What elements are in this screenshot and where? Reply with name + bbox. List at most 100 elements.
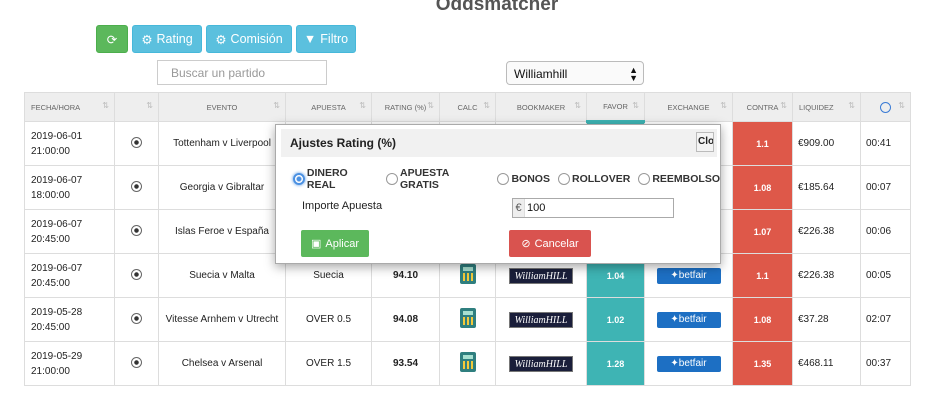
soccer-ball-icon	[131, 268, 142, 280]
header-apuesta[interactable]: APUESTA ⇅	[285, 92, 372, 122]
remaining-time-cell: 00:07	[860, 165, 911, 210]
radio-button[interactable]	[293, 173, 305, 185]
bet-type-option[interactable]: APUESTA GRATIS	[386, 167, 489, 191]
search-input[interactable]: Buscar un partido	[157, 60, 327, 85]
header-liquidez[interactable]: LIQUIDEZ ⇅	[792, 92, 861, 122]
calculator-icon[interactable]	[459, 264, 476, 284]
close-button[interactable]: Close	[696, 132, 714, 152]
bookmaker-select[interactable]: Williamhill ▲ ▼	[506, 61, 644, 85]
date-cell: 2019-06-07 20:45:00	[24, 253, 115, 298]
header-rating[interactable]: RATING (%) ⇅	[371, 92, 440, 122]
calc-cell	[439, 297, 496, 342]
header-fecha[interactable]: FECHA/HORA ⇅	[24, 92, 115, 122]
calculator-icon[interactable]	[459, 308, 476, 328]
liquidity-cell: €468.11	[792, 341, 861, 386]
event-cell: Vitesse Arnhem v Utrecht	[158, 297, 286, 342]
filtro-button[interactable]: ▼ Filtro	[296, 25, 356, 53]
william-hill-logo[interactable]: WilliamHILL	[509, 355, 573, 372]
clock-icon	[880, 101, 891, 113]
bookmaker-cell: WilliamHILL	[495, 341, 587, 386]
bet-type-option[interactable]: DINERO REAL	[293, 167, 378, 191]
date-cell: 2019-06-07 20:45:00	[24, 209, 115, 254]
date-cell: 2019-06-07 18:00:00	[24, 165, 115, 210]
table-header-row: FECHA/HORA ⇅ ⇅ EVENTO ⇅ APUESTA ⇅ RATING (%…	[24, 92, 911, 123]
event-cell: Islas Feroe v España	[158, 209, 286, 254]
soccer-ball-icon	[131, 180, 142, 192]
william-hill-logo[interactable]: WilliamHILL	[509, 311, 573, 328]
header-exchange[interactable]: EXCHANGE ⇅	[644, 92, 733, 122]
header-time[interactable]: ⇅	[860, 92, 911, 122]
refresh-button[interactable]: ⟳	[96, 25, 128, 53]
remaining-time-cell: 02:07	[860, 297, 911, 342]
rating-cell: 93.54	[371, 341, 440, 386]
header-bookmaker[interactable]: BOOKMAKER ⇅	[495, 92, 587, 122]
event-cell: Georgia v Gibraltar	[158, 165, 286, 210]
contra-cell: 1.08	[732, 165, 793, 210]
sport-cell	[114, 165, 159, 210]
header-evento[interactable]: EVENTO ⇅	[158, 92, 286, 122]
rating-settings-modal: Ajustes Rating (%) Close DINERO REAL APUE…	[275, 124, 721, 264]
exchange-cell: ✦betfair	[644, 341, 733, 386]
comision-button[interactable]: ⚙ Comisión	[206, 25, 292, 53]
page-title: Oddsmatcher	[435, 0, 559, 15]
sport-cell	[114, 253, 159, 298]
remaining-time-cell: 00:41	[860, 121, 911, 166]
bet-type-option[interactable]: ROLLOVER	[557, 167, 630, 191]
betfair-logo[interactable]: ✦betfair	[656, 355, 721, 372]
bookmaker-cell: WilliamHILL	[495, 297, 587, 342]
favor-cell: 1.02	[586, 297, 645, 342]
header-favor[interactable]: FAVOR ⇅	[586, 92, 645, 123]
modal-header: Ajustes Rating (%) Close	[281, 129, 717, 157]
william-hill-logo[interactable]: WilliamHILL	[509, 267, 573, 284]
gears-icon: ⚙	[141, 32, 153, 47]
contra-cell: 1.1	[732, 121, 793, 166]
sport-cell	[114, 209, 159, 254]
rating-button[interactable]: ⚙ Rating	[132, 25, 202, 53]
soccer-ball-icon	[131, 312, 142, 324]
liquidity-cell: €185.64	[792, 165, 861, 210]
cancel-icon: ⊘	[521, 238, 531, 250]
remaining-time-cell: 00:37	[860, 341, 911, 386]
liquidity-cell: €909.00	[792, 121, 861, 166]
bet-type-options: DINERO REAL APUESTA GRATIS BONOS ROLLOVER RE…	[293, 167, 720, 191]
cancelar-button[interactable]: ⊘ Cancelar	[509, 230, 591, 257]
date-cell: 2019-06-01 21:00:00	[24, 121, 115, 166]
bet-cell: OVER 1.5	[285, 341, 372, 386]
importe-label: Importe Apuesta	[302, 200, 383, 212]
bet-type-option[interactable]: BONOS	[497, 167, 550, 191]
save-icon: ▣	[310, 238, 322, 250]
comision-button-label: Comisión	[230, 32, 283, 46]
filtro-button-label: Filtro	[320, 32, 349, 46]
header-calc[interactable]: CALC ⇅	[439, 92, 496, 122]
table-row[interactable]: 2019-05-28 20:45:00 Vitesse Arnhem v Utrec…	[24, 297, 911, 342]
exchange-cell: ✦betfair	[644, 297, 733, 342]
rating-button-label: Rating	[156, 32, 193, 46]
betfair-logo[interactable]: ✦betfair	[656, 311, 721, 328]
radio-button[interactable]	[386, 173, 398, 185]
calculator-icon[interactable]	[459, 352, 476, 372]
soccer-ball-icon	[131, 356, 142, 368]
table-row[interactable]: 2019-05-29 21:00:00 Chelsea v Arsenal OVER …	[24, 341, 911, 386]
remaining-time-cell: 00:05	[860, 253, 911, 298]
contra-cell: 1.35	[732, 341, 793, 386]
liquidity-cell: €226.38	[792, 209, 861, 254]
betfair-logo[interactable]: ✦betfair	[656, 267, 721, 284]
contra-cell: 1.1	[732, 253, 793, 298]
select-arrows-icon: ▲ ▼	[629, 65, 638, 83]
currency-addon: €	[513, 199, 525, 217]
liquidity-cell: €226.38	[792, 253, 861, 298]
event-cell: Chelsea v Arsenal	[158, 341, 286, 386]
bet-type-option[interactable]: REEMBOLSO	[638, 167, 720, 191]
sport-cell	[114, 121, 159, 166]
aplicar-button[interactable]: ▣ Aplicar	[301, 230, 369, 257]
radio-button[interactable]	[638, 173, 651, 185]
favor-cell: 1.28	[586, 341, 645, 386]
radio-button[interactable]	[497, 173, 510, 185]
modal-title: Ajustes Rating (%)	[290, 136, 397, 150]
header-contra[interactable]: CONTRA ⇅	[732, 92, 793, 122]
radio-button[interactable]	[557, 173, 570, 185]
importe-input[interactable]: € 100	[512, 198, 674, 218]
liquidity-cell: €37.28	[792, 297, 861, 342]
gears-icon: ⚙	[215, 32, 227, 47]
header-sport[interactable]: ⇅	[114, 92, 159, 122]
